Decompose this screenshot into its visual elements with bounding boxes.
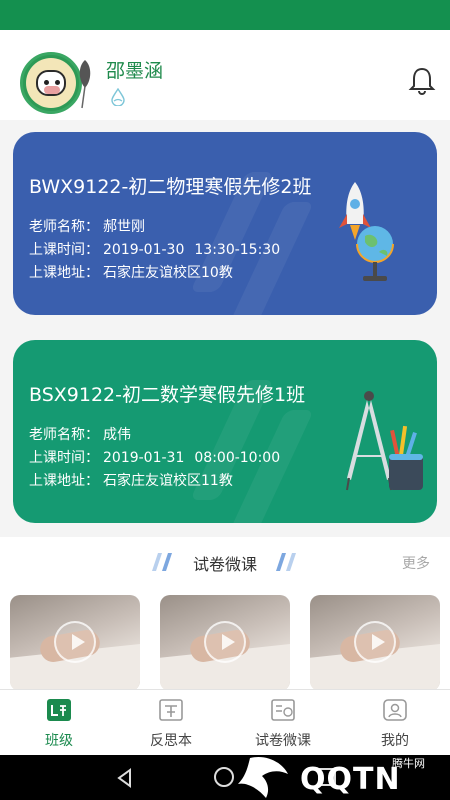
class-title: BWX9122-初二物理寒假先修2班 bbox=[29, 176, 312, 198]
tab-profile[interactable]: 我的 bbox=[339, 690, 450, 756]
section-header: 试卷微课 更多 bbox=[0, 537, 450, 585]
teacher-name: 成伟 bbox=[103, 427, 131, 443]
feather-decoration-icon bbox=[79, 60, 91, 109]
video-thumbnail[interactable] bbox=[310, 595, 440, 691]
user-name: 邵墨涵 bbox=[106, 60, 164, 82]
class-card[interactable]: BSX9122-初二数学寒假先修1班 老师名称： 成伟 上课时间： 2019-01-… bbox=[13, 340, 437, 523]
bottom-tab-bar: 班级 反思本 试卷微课 我的 bbox=[0, 689, 450, 755]
tab-exam-video[interactable]: 试卷微课 bbox=[227, 690, 339, 756]
class-time: 13:30-15:30 bbox=[194, 242, 281, 258]
class-card[interactable]: BWX9122-初二物理寒假先修2班 老师名称： 郝世刚 上课时间： 2019-01… bbox=[13, 132, 437, 315]
class-time: 08:00-10:00 bbox=[194, 450, 281, 466]
teacher-name: 郝世刚 bbox=[103, 219, 145, 235]
video-thumbnail[interactable] bbox=[10, 595, 140, 691]
avatar[interactable] bbox=[20, 52, 82, 114]
exam-video-icon bbox=[271, 699, 295, 721]
tab-label: 班级 bbox=[45, 733, 73, 749]
time-label: 上课时间： bbox=[29, 450, 99, 466]
compass-pencil-cup-icon bbox=[346, 391, 423, 491]
status-bar bbox=[0, 0, 450, 30]
play-icon bbox=[54, 621, 96, 663]
play-icon bbox=[354, 621, 396, 663]
profile-header: 邵墨涵 bbox=[0, 30, 450, 120]
class-date: 2019-01-31 bbox=[103, 450, 185, 466]
watermark-sub: 腾牛网 bbox=[392, 757, 425, 770]
level-drop-icon bbox=[111, 88, 125, 106]
tab-label: 试卷微课 bbox=[255, 733, 311, 749]
notification-bell-icon[interactable] bbox=[408, 66, 436, 96]
class-date: 2019-01-30 bbox=[103, 242, 185, 258]
home-icon[interactable] bbox=[214, 767, 234, 787]
rocket-globe-icon bbox=[339, 182, 394, 281]
watermark-brand: QQTN bbox=[300, 762, 401, 797]
tab-label: 我的 bbox=[381, 733, 409, 749]
cow-mascot-icon bbox=[36, 70, 66, 96]
class-address: 石家庄友谊校区10教 bbox=[103, 265, 233, 281]
tab-notebook[interactable]: 反思本 bbox=[115, 690, 227, 756]
notebook-icon bbox=[159, 699, 183, 721]
video-list bbox=[0, 585, 450, 691]
address-label: 上课地址： bbox=[29, 473, 99, 489]
time-label: 上课时间： bbox=[29, 242, 99, 258]
more-link[interactable]: 更多 bbox=[402, 553, 430, 573]
class-icon bbox=[47, 699, 71, 721]
section-decoration-icon bbox=[276, 553, 296, 571]
profile-icon bbox=[383, 699, 407, 721]
class-title: BSX9122-初二数学寒假先修1班 bbox=[29, 384, 306, 406]
section-title: 试卷微课 bbox=[192, 555, 257, 574]
play-icon bbox=[204, 621, 246, 663]
address-label: 上课地址： bbox=[29, 265, 99, 281]
tab-label: 反思本 bbox=[150, 733, 192, 749]
teacher-label: 老师名称： bbox=[29, 219, 99, 235]
tab-class[interactable]: 班级 bbox=[3, 690, 115, 756]
class-address: 石家庄友谊校区11教 bbox=[103, 473, 233, 489]
back-icon[interactable] bbox=[114, 767, 136, 789]
teacher-label: 老师名称： bbox=[29, 427, 99, 443]
video-thumbnail[interactable] bbox=[160, 595, 290, 691]
